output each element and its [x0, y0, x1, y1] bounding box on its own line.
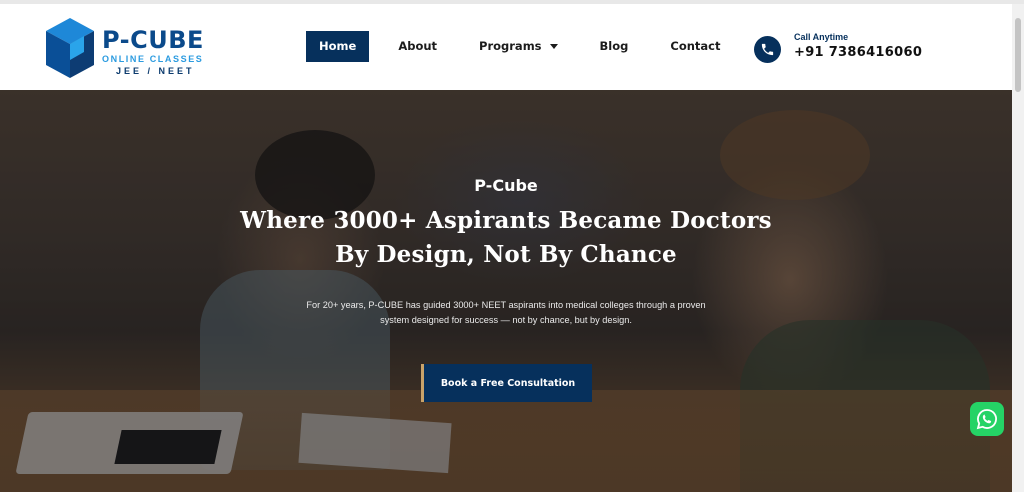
nav-blog[interactable]: Blog	[587, 31, 642, 62]
call-label: Call Anytime	[794, 32, 849, 42]
nav-programs[interactable]: Programs	[466, 31, 571, 62]
chevron-down-icon	[549, 44, 558, 49]
hero-overlay	[0, 90, 1012, 492]
hero-description: For 20+ years, P-CUBE has guided 3000+ N…	[306, 300, 706, 325]
phone-icon[interactable]	[754, 36, 781, 63]
brand-subtag: JEE / NEET	[116, 66, 195, 76]
nav-blog-label: Blog	[599, 39, 629, 53]
nav-programs-label: Programs	[479, 39, 542, 53]
hero-section: P-Cube Where 3000+ Aspirants Became Doct…	[0, 90, 1012, 492]
site-logo[interactable]: P-CUBE ONLINE CLASSES JEE / NEET	[44, 16, 214, 80]
hero-headline-line2: By Design, Not By Chance	[335, 241, 677, 268]
whatsapp-icon[interactable]	[970, 402, 1004, 436]
nav-about-label: About	[398, 39, 438, 53]
main-nav: Home About Programs Blog Contact	[306, 31, 749, 62]
hero-eyebrow: P-Cube	[474, 176, 538, 195]
call-number[interactable]: +91 7386416060	[794, 45, 922, 60]
nav-contact-label: Contact	[670, 39, 721, 53]
scrollbar-thumb[interactable]	[1015, 18, 1021, 92]
hero-headline: Where 3000+ Aspirants Became Doctors By …	[0, 204, 1012, 272]
cube-logo-icon	[46, 18, 94, 78]
brand-tagline: ONLINE CLASSES	[102, 54, 204, 64]
page-scrollbar[interactable]	[1012, 4, 1024, 492]
brand-name: P-CUBE	[102, 26, 204, 54]
nav-about[interactable]: About	[385, 31, 450, 62]
hero-headline-line1: Where 3000+ Aspirants Became Doctors	[240, 207, 772, 234]
call-anytime[interactable]: Call Anytime +91 7386416060	[754, 32, 954, 68]
nav-home[interactable]: Home	[306, 31, 370, 62]
nav-home-label: Home	[319, 39, 357, 53]
nav-contact[interactable]: Contact	[657, 31, 733, 62]
site-header: P-CUBE ONLINE CLASSES JEE / NEET Home Ab…	[0, 4, 1012, 90]
book-consultation-button[interactable]: Book a Free Consultation	[421, 364, 592, 402]
